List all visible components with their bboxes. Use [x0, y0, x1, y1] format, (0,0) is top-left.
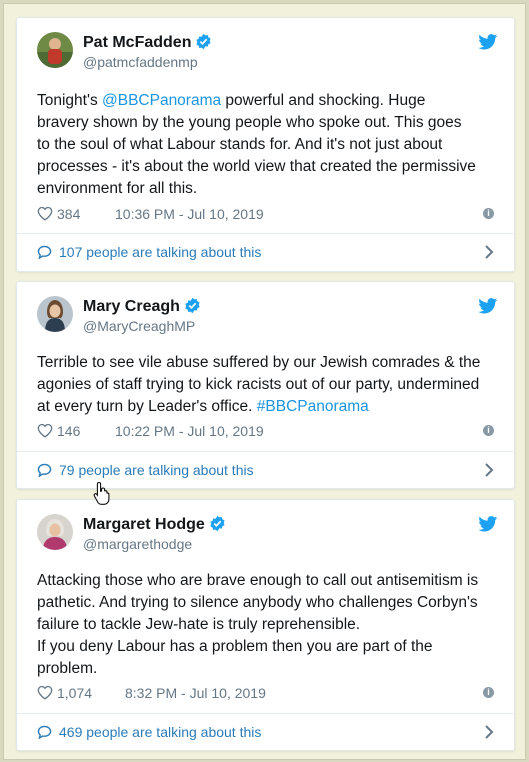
tweet-card[interactable]: Margaret Hodge @margarethodge Attacking …: [16, 499, 515, 751]
speech-bubble-icon: [37, 245, 52, 259]
heart-icon[interactable]: [37, 423, 53, 438]
talking-about-label: 469 people are talking about this: [59, 724, 262, 740]
twitter-bird-icon[interactable]: [478, 516, 498, 532]
verified-badge-icon: [185, 297, 200, 314]
divider: [17, 451, 514, 452]
chevron-right-icon[interactable]: [484, 244, 494, 260]
tweet-meta: 1,074 8:32 PM - Jul 10, 2019 i: [37, 683, 498, 703]
timestamp[interactable]: 10:36 PM - Jul 10, 2019: [115, 206, 264, 222]
heart-icon[interactable]: [37, 206, 53, 221]
twitter-bird-icon[interactable]: [478, 298, 498, 314]
twitter-bird-icon[interactable]: [478, 34, 498, 50]
screenshot-frame: Pat McFadden @patmcfaddenmp Tonight's @B…: [3, 3, 526, 760]
talking-about-link[interactable]: 469 people are talking about this: [37, 722, 498, 744]
hashtag-link[interactable]: #BBCPanorama: [257, 398, 369, 415]
chevron-right-icon[interactable]: [484, 724, 494, 740]
author-name[interactable]: Mary Creagh: [83, 297, 201, 316]
timestamp[interactable]: 10:22 PM - Jul 10, 2019: [115, 423, 264, 439]
mention-link[interactable]: @BBCPanorama: [102, 92, 221, 109]
tweet-header: Mary Creagh @MaryCreaghMP: [37, 296, 498, 340]
heart-icon[interactable]: [37, 685, 53, 700]
timestamp[interactable]: 8:32 PM - Jul 10, 2019: [125, 685, 266, 701]
divider: [17, 713, 514, 714]
tweet-card[interactable]: Mary Creagh @MaryCreaghMP Terrible to se…: [16, 281, 515, 489]
info-icon[interactable]: i: [483, 208, 494, 219]
divider: [17, 233, 514, 234]
avatar[interactable]: [37, 514, 73, 550]
tweet-meta: 146 10:22 PM - Jul 10, 2019 i: [37, 421, 498, 441]
verified-badge-icon: [196, 33, 212, 50]
author-handle[interactable]: @MaryCreaghMP: [83, 318, 195, 334]
talking-about-label: 107 people are talking about this: [59, 244, 262, 260]
author-handle[interactable]: @margarethodge: [83, 536, 192, 552]
tweet-card[interactable]: Pat McFadden @patmcfaddenmp Tonight's @B…: [16, 17, 515, 272]
hand-cursor-icon: [93, 481, 110, 505]
author-handle[interactable]: @patmcfaddenmp: [83, 54, 198, 70]
tweet-text: Tonight's @BBCPanorama powerful and shoc…: [37, 90, 498, 200]
speech-bubble-icon: [37, 725, 52, 739]
author-name[interactable]: Margaret Hodge: [83, 515, 226, 534]
tweet-text-part: Tonight's: [37, 92, 102, 109]
tweet-text: Attacking those who are brave enough to …: [37, 570, 498, 680]
chevron-right-icon[interactable]: [484, 462, 494, 478]
talking-about-link[interactable]: 107 people are talking about this: [37, 242, 498, 264]
author-name[interactable]: Pat McFadden: [83, 33, 212, 52]
verified-badge-icon: [210, 515, 225, 532]
like-count[interactable]: 146: [57, 423, 80, 439]
avatar[interactable]: [37, 32, 73, 68]
like-count[interactable]: 1,074: [57, 685, 92, 701]
speech-bubble-icon: [37, 463, 52, 477]
tweet-header: Pat McFadden @patmcfaddenmp: [37, 32, 498, 76]
like-count[interactable]: 384: [57, 206, 80, 222]
tweet-text: Terrible to see vile abuse suffered by o…: [37, 352, 498, 418]
info-icon[interactable]: i: [483, 425, 494, 436]
tweet-header: Margaret Hodge @margarethodge: [37, 514, 498, 558]
avatar[interactable]: [37, 296, 73, 332]
talking-about-link[interactable]: 79 people are talking about this: [37, 460, 498, 482]
tweet-meta: 384 10:36 PM - Jul 10, 2019 i: [37, 204, 498, 224]
info-icon[interactable]: i: [483, 687, 494, 698]
author-name-text: Mary Creagh: [83, 298, 180, 315]
author-name-text: Margaret Hodge: [83, 516, 205, 533]
talking-about-label: 79 people are talking about this: [59, 462, 254, 478]
tweet-text-part: Attacking those who are brave enough to …: [37, 572, 479, 677]
author-name-text: Pat McFadden: [83, 34, 192, 51]
